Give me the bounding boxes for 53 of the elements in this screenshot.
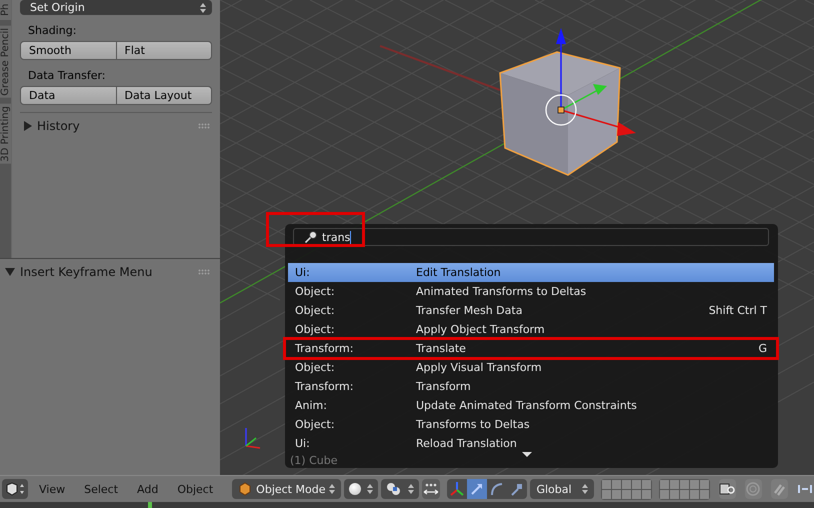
menu-item[interactable]: Object: Transfer Mesh Data Shift Ctrl T bbox=[288, 301, 774, 320]
updown-icon bbox=[200, 2, 206, 12]
search-field[interactable]: trans bbox=[293, 228, 769, 246]
tool-button[interactable]: Smooth bbox=[20, 41, 116, 60]
move-arrows-icon bbox=[422, 482, 440, 496]
snap-magnet-button[interactable] bbox=[770, 479, 788, 499]
playhead-marker[interactable] bbox=[148, 502, 152, 508]
axes-icon bbox=[449, 481, 466, 497]
menu-item[interactable]: Add bbox=[129, 482, 166, 496]
menu-item[interactable]: Transform: Translate G bbox=[283, 337, 779, 360]
tool-button[interactable]: Flat bbox=[116, 41, 212, 60]
search-icon bbox=[304, 230, 318, 244]
set-origin-dropdown[interactable]: Set Origin bbox=[20, 0, 212, 15]
menu-item[interactable]: Select bbox=[76, 482, 126, 496]
menu-item[interactable]: Anim: Update Animated Transform Constraints bbox=[288, 396, 774, 415]
menu-item[interactable]: Object: Transforms to Deltas bbox=[288, 415, 774, 434]
disclosure-icon[interactable] bbox=[5, 268, 15, 276]
layer-grid[interactable] bbox=[600, 478, 652, 500]
scroll-down-icon[interactable] bbox=[522, 452, 532, 457]
menu-item[interactable]: Ui: Reload Translation bbox=[288, 434, 774, 453]
manipulator-toggle-button[interactable] bbox=[422, 479, 440, 499]
panel-title[interactable]: Insert Keyframe Menu bbox=[20, 265, 152, 279]
grip-icon[interactable] bbox=[198, 123, 210, 129]
menu-item[interactable]: Object: Apply Object Transform bbox=[288, 320, 774, 339]
grip-icon[interactable] bbox=[198, 269, 210, 275]
transform-gizmo-drawing[interactable] bbox=[545, 28, 636, 136]
cube-icon bbox=[238, 482, 252, 496]
orientation-dropdown[interactable]: Global bbox=[530, 479, 594, 499]
tool-button[interactable]: Data Layout bbox=[116, 86, 212, 105]
cube-drawing[interactable] bbox=[499, 51, 621, 176]
panel-title[interactable]: History bbox=[37, 119, 80, 133]
pivot-icon bbox=[386, 482, 402, 496]
tool-button[interactable]: Data bbox=[20, 86, 116, 105]
layer-grid[interactable] bbox=[658, 478, 710, 500]
disclosure-icon[interactable] bbox=[24, 121, 32, 131]
menu-item[interactable]: View bbox=[31, 482, 74, 496]
pivot-dropdown[interactable] bbox=[381, 479, 420, 499]
editor-type-button[interactable] bbox=[2, 479, 28, 499]
group-label: Data Transfer: bbox=[27, 69, 107, 82]
menu-item[interactable]: Object: Animated Transforms to Deltas bbox=[288, 282, 774, 301]
sphere-icon bbox=[349, 483, 362, 495]
menu-item[interactable]: Object: Apply Visual Transform bbox=[288, 358, 774, 377]
object-label: (1) Cube bbox=[290, 454, 338, 467]
menu-item[interactable]: Object bbox=[169, 482, 222, 496]
manipulator-button[interactable] bbox=[467, 479, 488, 499]
cube-icon bbox=[4, 481, 26, 497]
group-label: Shading: bbox=[27, 24, 78, 37]
menu-item[interactable]: Ui: Edit Translation bbox=[288, 263, 774, 282]
menu-item[interactable]: Transform: Transform bbox=[288, 377, 774, 396]
axis-indicator-icon bbox=[245, 428, 260, 449]
mode-dropdown[interactable]: Object Mode bbox=[232, 479, 342, 499]
lock-layers-button[interactable] bbox=[718, 479, 736, 499]
shading-dropdown[interactable] bbox=[344, 479, 378, 499]
